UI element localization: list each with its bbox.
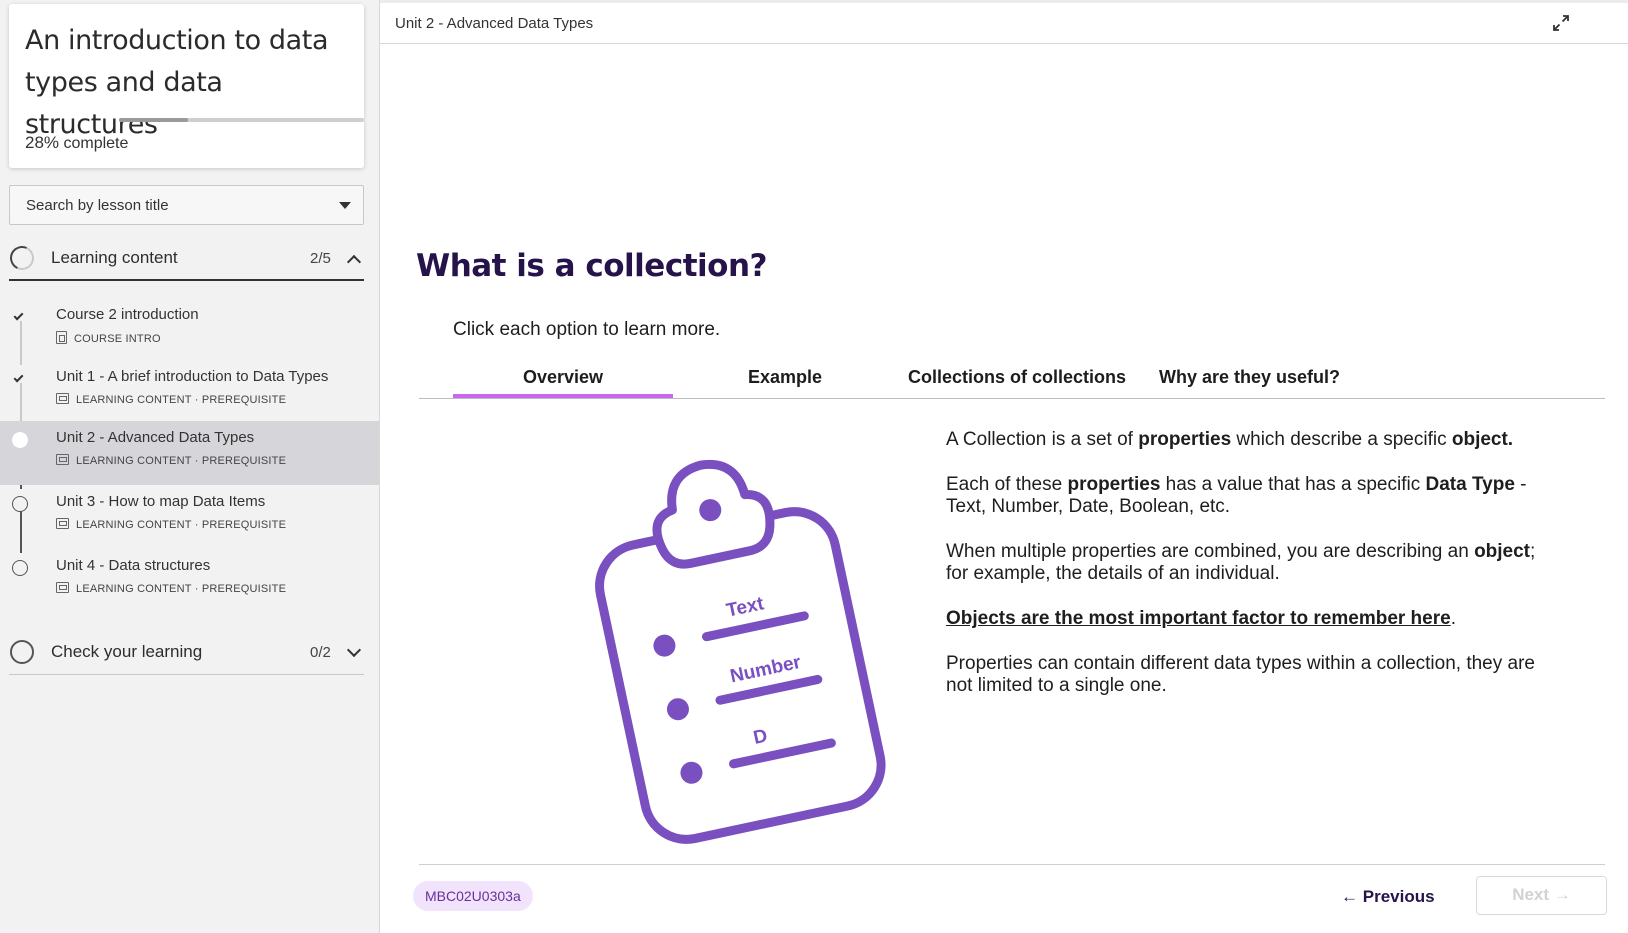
section-count: 2/5: [310, 250, 331, 267]
slides-icon: [56, 454, 69, 465]
check-icon: [12, 371, 28, 387]
section-label: Check your learning: [51, 642, 203, 661]
paragraph-3: When multiple properties are combined, y…: [946, 541, 1536, 584]
empty-circle-icon: [12, 496, 28, 512]
lesson-title: Unit 3 - How to map Data Items: [56, 493, 266, 510]
lesson-title: Unit 2 - Advanced Data Types: [56, 429, 255, 446]
section-check-your-learning[interactable]: Check your learning 0/2: [9, 629, 364, 675]
sidebar-divider: [379, 0, 380, 933]
clipboard-label-d: D: [752, 725, 770, 748]
course-progress-fill: [119, 118, 188, 122]
lesson-title: Unit 4 - Data structures: [56, 557, 211, 574]
lesson-search-placeholder: Search by lesson title: [26, 197, 169, 214]
check-icon: [12, 309, 28, 325]
lesson-item-current[interactable]: Unit 2 - Advanced Data Types LEARNING CO…: [0, 421, 379, 485]
lesson-meta: LEARNING CONTENT · PREREQUISITE: [56, 582, 286, 595]
paragraph-1: A Collection is a set of properties whic…: [946, 429, 1514, 450]
breadcrumb: Unit 2 - Advanced Data Types: [395, 15, 594, 32]
chevron-down-icon[interactable]: [346, 642, 362, 658]
lesson-meta-text: LEARNING CONTENT · PREREQUISITE: [76, 455, 287, 467]
lesson-title: Course 2 introduction: [56, 306, 199, 323]
slides-icon: [56, 582, 69, 593]
course-sidebar: An introduction to data types and data s…: [0, 0, 379, 933]
lesson-meta-text: LEARNING CONTENT · PREREQUISITE: [76, 583, 287, 595]
instruction-text: Click each option to learn more.: [453, 319, 721, 340]
course-progress-suffix: complete: [59, 135, 129, 152]
tab-overview[interactable]: Overview: [523, 367, 603, 388]
lesson-meta: LEARNING CONTENT · PREREQUISITE: [56, 393, 286, 406]
clipboard-label-text: Text: [725, 593, 767, 622]
lesson-meta-text: LEARNING CONTENT · PREREQUISITE: [76, 519, 287, 531]
lesson-meta: LEARNING CONTENT · PREREQUISITE: [56, 518, 286, 531]
course-title: An introduction to data types and data s…: [25, 25, 329, 140]
course-header-card: An introduction to data types and data s…: [9, 4, 364, 168]
previous-label: Previous: [1362, 887, 1435, 906]
paragraph-4: Objects are the most important factor to…: [946, 608, 1456, 629]
lesson-meta-text: LEARNING CONTENT · PREREQUISITE: [76, 394, 287, 406]
previous-button[interactable]: ← Previous: [1341, 882, 1435, 912]
section-learning-content[interactable]: Learning content 2/5: [6, 235, 364, 281]
clipboard-checklist-icon: Text Number D: [595, 459, 886, 844]
objects-important-link[interactable]: Objects are the most important factor to…: [946, 608, 1451, 629]
tab-collections-of-collections[interactable]: Collections of collections: [908, 367, 1126, 388]
lesson-meta: LEARNING CONTENT · PREREQUISITE: [56, 454, 286, 467]
lesson-topbar: Unit 2 - Advanced Data Types: [380, 0, 1628, 44]
section-label: Learning content: [51, 248, 178, 267]
tab-why-useful[interactable]: Why are they useful?: [1159, 367, 1340, 388]
course-progress-text: 28% complete: [25, 133, 128, 153]
course-progress-value: 28%: [25, 133, 60, 152]
arrow-right-icon: →: [1553, 885, 1571, 904]
caret-down-icon: [339, 202, 351, 209]
lesson-item[interactable]: Unit 1 - A brief introduction to Data Ty…: [0, 360, 379, 424]
overview-content: A Collection is a set of properties whic…: [946, 429, 1556, 720]
lesson-meta: COURSE INTRO: [56, 331, 161, 345]
lesson-search-select[interactable]: Search by lesson title: [9, 185, 364, 225]
paragraph-2: Each of these properties has a value tha…: [946, 474, 1527, 517]
page-title: What is a collection?: [416, 248, 768, 284]
tab-bar: Overview Example Collections of collecti…: [419, 355, 1605, 399]
tab-example[interactable]: Example: [748, 367, 822, 388]
chevron-up-icon[interactable]: [346, 254, 362, 270]
current-lesson-dot-icon: [12, 432, 28, 448]
lesson-item[interactable]: Unit 3 - How to map Data Items LEARNING …: [0, 485, 379, 549]
slides-icon: [56, 393, 69, 404]
document-icon: [56, 331, 67, 344]
arrow-left-icon: ←: [1341, 887, 1358, 906]
expand-icon[interactable]: [1552, 14, 1570, 32]
lesson-item[interactable]: Course 2 introduction COURSE INTRO: [0, 298, 379, 362]
slides-icon: [56, 518, 69, 529]
lesson-meta-text: COURSE INTRO: [74, 333, 161, 345]
empty-circle-icon: [12, 560, 28, 576]
lesson-title: Unit 1 - A brief introduction to Data Ty…: [56, 368, 329, 385]
section-count: 0/2: [310, 644, 331, 661]
next-button[interactable]: Next →: [1476, 876, 1607, 915]
selected-tab-indicator: [453, 394, 673, 398]
lesson-code-badge: MBC02U0303a: [413, 881, 533, 911]
next-label: Next: [1512, 885, 1550, 904]
paragraph-5: Properties can contain different data ty…: [946, 653, 1535, 696]
course-progress-bar: [119, 118, 364, 122]
footer-divider: [419, 864, 1605, 865]
lesson-item[interactable]: Unit 4 - Data structures LEARNING CONTEN…: [0, 549, 379, 613]
empty-circle-icon: [10, 640, 34, 664]
progress-ring-icon: [6, 242, 38, 274]
